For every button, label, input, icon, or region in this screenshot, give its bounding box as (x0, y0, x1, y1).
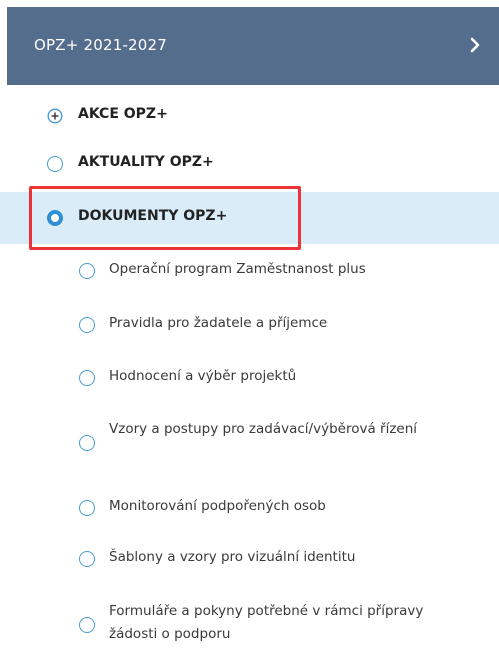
submenu-item-label: Vzory a postupy pro zadávací/výběrová ří… (109, 421, 418, 437)
radio-circle-icon (79, 435, 95, 451)
section-header-opz[interactable]: OPZ+ 2021-2027 (7, 7, 499, 85)
submenu-item-operacni-program[interactable]: Operační program Zaměstnanost plus (0, 258, 499, 284)
menu-item-label: DOKUMENTY OPZ+ (78, 208, 228, 224)
menu-item-dokumenty[interactable]: DOKUMENTY OPZ+ (0, 200, 499, 236)
submenu-item-label: Monitorování podpořených osob (109, 498, 326, 514)
submenu-item-hodnoceni[interactable]: Hodnocení a výběr projektů (0, 365, 499, 391)
menu-item-label: AKCE OPZ+ (78, 106, 168, 122)
submenu-item-formulare[interactable]: Formuláře a pokyny potřebné v rámci příp… (0, 600, 499, 650)
submenu-item-label: Formuláře a pokyny potřebné v rámci příp… (109, 603, 424, 642)
submenu-item-pravidla[interactable]: Pravidla pro žadatele a příjemce (0, 312, 499, 338)
submenu-item-vzory-postupy[interactable]: Vzory a postupy pro zadávací/výběrová ří… (0, 418, 499, 468)
radio-circle-icon (79, 551, 95, 567)
radio-circle-icon (47, 156, 63, 172)
radio-circle-icon (79, 263, 95, 279)
radio-selected-icon (47, 210, 63, 226)
menu-item-akce[interactable]: AKCE OPZ+ (0, 98, 499, 134)
menu-item-label: AKTUALITY OPZ+ (78, 154, 214, 170)
submenu-item-label: Šablony a vzory pro vizuální identitu (109, 549, 356, 565)
submenu-item-monitorovani[interactable]: Monitorování podpořených osob (0, 495, 499, 521)
section-header-title: OPZ+ 2021-2027 (34, 36, 168, 54)
submenu-item-label: Pravidla pro žadatele a příjemce (109, 315, 328, 331)
plus-circle-icon (47, 108, 63, 124)
menu-item-aktuality[interactable]: AKTUALITY OPZ+ (0, 146, 499, 182)
radio-circle-icon (79, 617, 95, 633)
submenu-item-label: Hodnocení a výběr projektů (109, 368, 297, 384)
sidebar-menu: OPZ+ 2021-2027 AKCE OPZ+ AKTUALITY OPZ+ … (0, 0, 499, 655)
radio-circle-icon (79, 317, 95, 333)
radio-circle-icon (79, 500, 95, 516)
radio-circle-icon (79, 370, 95, 386)
submenu-item-label: Operační program Zaměstnanost plus (109, 261, 366, 277)
submenu-item-sablony[interactable]: Šablony a vzory pro vizuální identitu (0, 546, 499, 572)
chevron-right-icon (470, 37, 480, 53)
